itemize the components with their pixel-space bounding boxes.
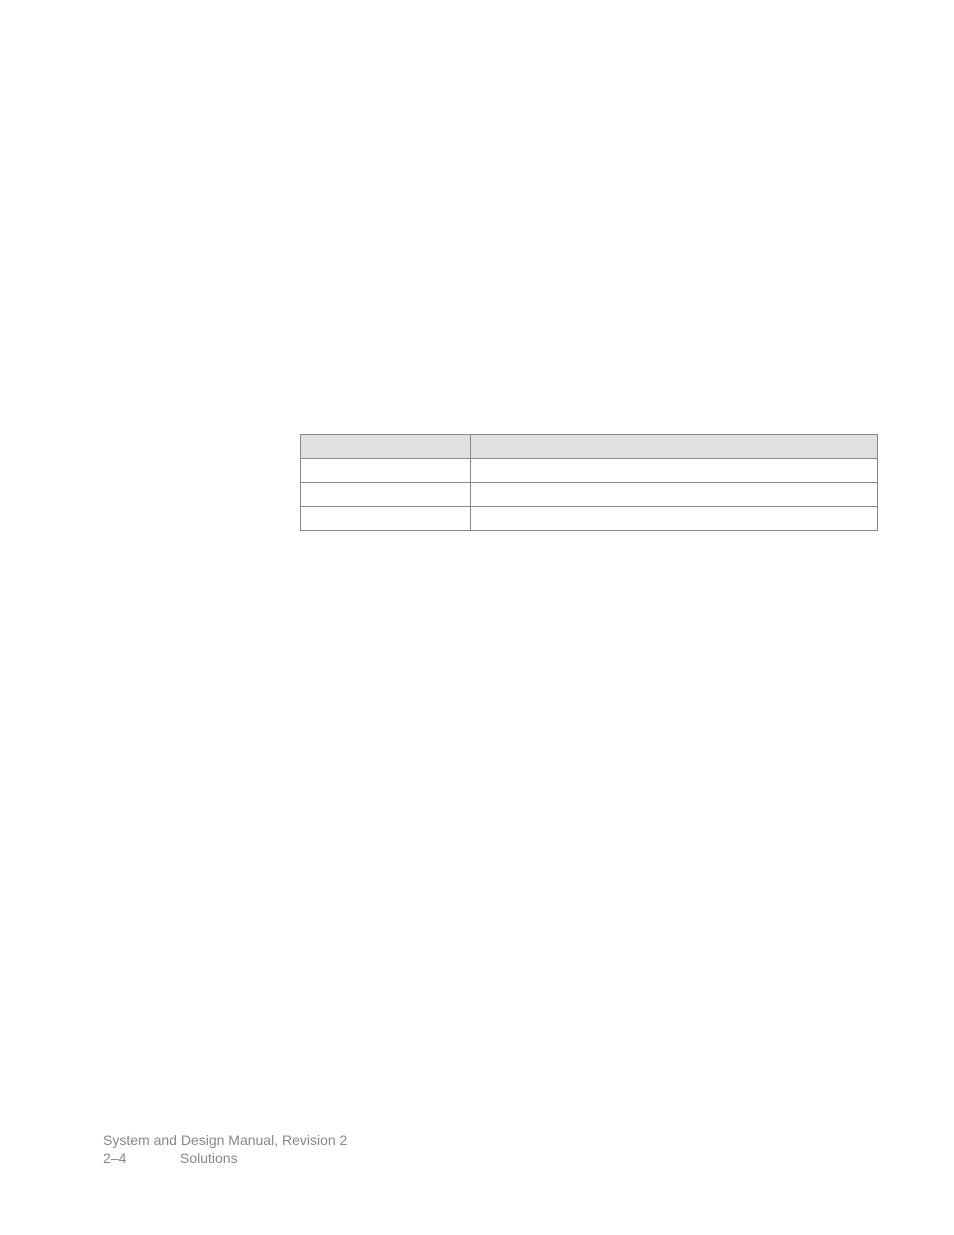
footer-manual-title: System and Design Manual, Revision 2 bbox=[103, 1131, 347, 1149]
footer-section-name: Solutions bbox=[180, 1149, 238, 1167]
table-header-cell bbox=[301, 435, 471, 459]
empty-table bbox=[300, 434, 878, 531]
page-footer: System and Design Manual, Revision 2 2–4… bbox=[103, 1131, 347, 1167]
table-cell bbox=[301, 483, 471, 507]
table-row bbox=[301, 507, 878, 531]
table-header-row bbox=[301, 435, 878, 459]
table-cell bbox=[470, 459, 877, 483]
table-row bbox=[301, 483, 878, 507]
table-cell bbox=[301, 459, 471, 483]
table-header-cell bbox=[470, 435, 877, 459]
table-cell bbox=[301, 507, 471, 531]
table-row bbox=[301, 459, 878, 483]
footer-page-number: 2–4 bbox=[103, 1149, 180, 1167]
table-cell bbox=[470, 483, 877, 507]
table-cell bbox=[470, 507, 877, 531]
